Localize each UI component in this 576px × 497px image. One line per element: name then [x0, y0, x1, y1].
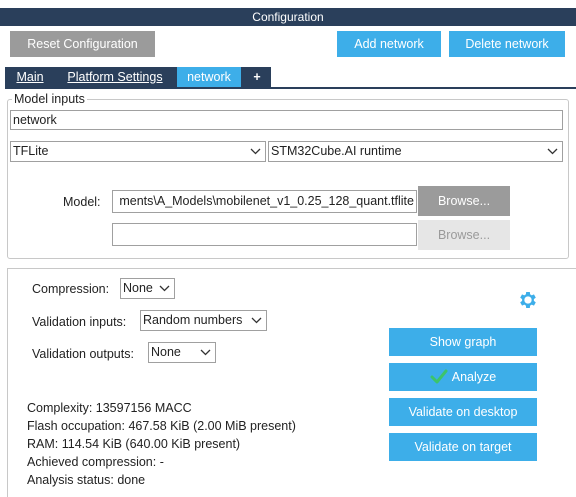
reset-configuration-button[interactable]: Reset Configuration — [10, 31, 155, 57]
compression-select-value: None — [123, 281, 153, 295]
add-network-button[interactable]: Add network — [337, 31, 441, 57]
show-graph-button[interactable]: Show graph — [389, 328, 537, 356]
delete-network-button[interactable]: Delete network — [449, 31, 565, 57]
validation-inputs-value: Random numbers — [143, 313, 243, 327]
model-label: Model: — [63, 195, 101, 209]
validation-inputs-label: Validation inputs: — [32, 315, 127, 329]
validate-desktop-button[interactable]: Validate on desktop — [389, 398, 537, 426]
runtime-select-value: STM32Cube.AI runtime — [271, 144, 402, 158]
tab-main[interactable]: Main — [5, 67, 55, 87]
validation-inputs-select[interactable]: Random numbers — [140, 310, 267, 331]
chevron-down-icon — [547, 142, 558, 161]
validation-outputs-select[interactable]: None — [148, 342, 216, 363]
check-icon — [430, 369, 448, 384]
analyze-label: Analyze — [451, 370, 497, 384]
network-name-input[interactable]: network — [10, 110, 563, 130]
complexity-text: Complexity: 13597156 MACC — [27, 401, 192, 415]
tab-platform-settings[interactable]: Platform Settings — [57, 67, 173, 87]
browse-second-button[interactable]: Browse... — [418, 220, 510, 250]
tab-underline — [5, 87, 576, 89]
model-path-input[interactable]: ments\A_Models\mobilenet_v1_0.25_128_qua… — [112, 190, 417, 213]
window-title: Configuration — [0, 8, 576, 26]
chevron-down-icon — [250, 142, 261, 161]
validate-target-button[interactable]: Validate on target — [389, 433, 537, 461]
add-tab-button[interactable]: + — [243, 67, 271, 87]
analysis-status-text: Analysis status: done — [27, 473, 146, 487]
validation-outputs-value: None — [151, 345, 181, 359]
compression-select[interactable]: None — [120, 278, 175, 299]
achieved-compression-text: Achieved compression: - — [27, 455, 164, 469]
flash-occupation-text: Flash occupation: 467.58 KiB (2.00 MiB p… — [27, 419, 296, 433]
validation-outputs-label: Validation outputs: — [32, 347, 134, 361]
ram-text: RAM: 114.54 KiB (640.00 KiB present) — [27, 437, 241, 451]
framework-select-value: TFLite — [13, 144, 49, 158]
compression-label: Compression: — [32, 282, 110, 296]
chevron-down-icon — [251, 311, 262, 330]
second-path-input[interactable] — [112, 223, 417, 246]
analyze-button[interactable]: Analyze — [389, 363, 537, 391]
gear-icon[interactable] — [517, 289, 539, 311]
chevron-down-icon — [159, 279, 170, 298]
model-inputs-legend: Model inputs — [12, 92, 87, 106]
tab-network[interactable]: network — [177, 67, 241, 87]
runtime-select[interactable]: STM32Cube.AI runtime — [268, 141, 563, 162]
chevron-down-icon — [200, 343, 211, 362]
framework-select[interactable]: TFLite — [10, 141, 266, 162]
browse-model-button[interactable]: Browse... — [418, 186, 510, 216]
